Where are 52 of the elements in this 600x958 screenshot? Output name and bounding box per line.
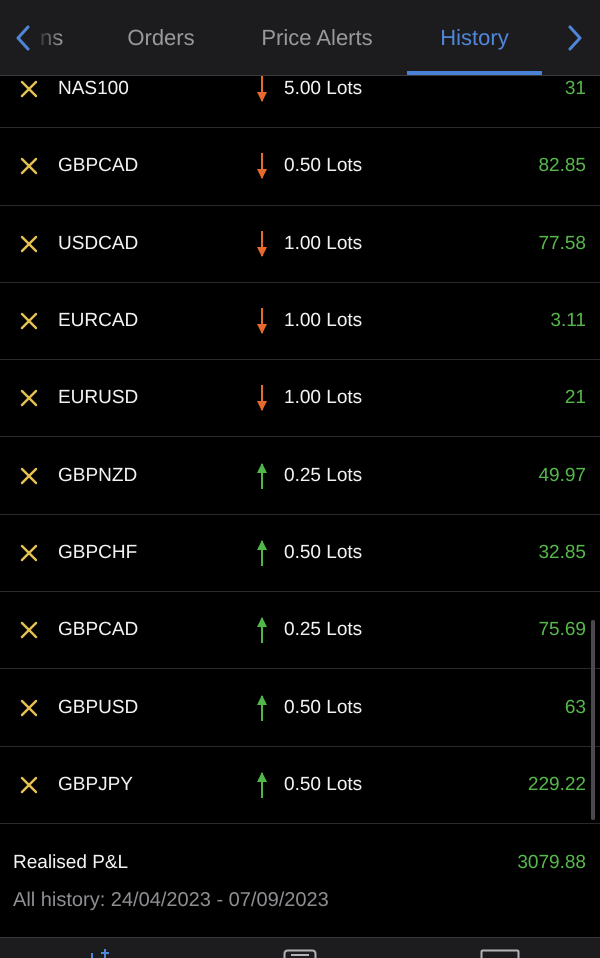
lot-size-text: 0.50 Lots bbox=[284, 542, 362, 564]
lot-size-text: 0.25 Lots bbox=[284, 464, 362, 487]
panel-icon[interactable] bbox=[480, 949, 520, 958]
profit-value: 75.69 bbox=[538, 619, 586, 642]
chevron-left-icon[interactable] bbox=[16, 24, 30, 50]
symbol-text: GBPCHF bbox=[58, 542, 138, 564]
profit-value: 31 bbox=[564, 78, 586, 100]
realised-pnl-label: Realised P&L bbox=[13, 850, 128, 875]
symbol-text: EURUSD bbox=[58, 387, 140, 410]
lot-size-text: 0.50 Lots bbox=[284, 774, 362, 796]
symbol-text: NAS100 bbox=[58, 78, 130, 100]
symbol-text: GBPNZD bbox=[58, 464, 138, 487]
profit-value: 21 bbox=[564, 387, 586, 410]
profit-value: 3.11 bbox=[550, 310, 586, 332]
cross-icon bbox=[20, 466, 38, 485]
history-range-text: All history: 24/04/2023 - 07/09/2023 bbox=[13, 888, 330, 912]
tab[interactable]: Price Alerts bbox=[227, 0, 407, 75]
tab[interactable]: ns bbox=[40, 0, 95, 75]
profit-value: 77.58 bbox=[538, 232, 586, 255]
lot-size-text: 0.50 Lots bbox=[284, 696, 362, 719]
cross-icon bbox=[20, 157, 38, 176]
profit-value: 229.22 bbox=[528, 774, 586, 796]
cross-icon bbox=[20, 698, 38, 717]
symbol-text: GBPUSD bbox=[58, 696, 140, 719]
plus-icon[interactable] bbox=[89, 949, 111, 958]
tab[interactable]: Orders bbox=[95, 0, 227, 75]
symbol-text: GBPCAD bbox=[58, 619, 140, 642]
lot-size-text: 0.50 Lots bbox=[284, 155, 362, 178]
cross-icon bbox=[20, 544, 38, 562]
symbol-text: GBPCAD bbox=[58, 155, 140, 178]
table-icon[interactable] bbox=[283, 949, 317, 958]
lot-size-text: 1.00 Lots bbox=[284, 310, 362, 332]
cross-icon bbox=[20, 776, 38, 794]
symbol-text: USDCAD bbox=[58, 232, 140, 255]
cross-icon bbox=[20, 80, 38, 98]
lot-size-text: 5.00 Lots bbox=[284, 78, 362, 100]
lot-size-text: 1.00 Lots bbox=[284, 387, 362, 410]
profit-value: 32.85 bbox=[538, 542, 586, 564]
chevron-right-icon[interactable] bbox=[568, 24, 582, 50]
profit-value: 49.97 bbox=[538, 464, 586, 487]
cross-icon bbox=[20, 621, 38, 640]
symbol-text: GBPJPY bbox=[58, 774, 134, 796]
symbol-text: EURCAD bbox=[58, 310, 140, 332]
cross-icon bbox=[20, 312, 38, 330]
lot-size-text: 1.00 Lots bbox=[284, 232, 362, 255]
profit-value: 82.85 bbox=[538, 155, 586, 178]
lot-size-text: 0.25 Lots bbox=[284, 619, 362, 642]
cross-icon bbox=[20, 234, 38, 253]
realised-pnl-value: 3079.88 bbox=[517, 850, 586, 875]
profit-value: 63 bbox=[564, 696, 586, 719]
cross-icon bbox=[20, 389, 38, 408]
tab[interactable]: History bbox=[407, 0, 542, 75]
